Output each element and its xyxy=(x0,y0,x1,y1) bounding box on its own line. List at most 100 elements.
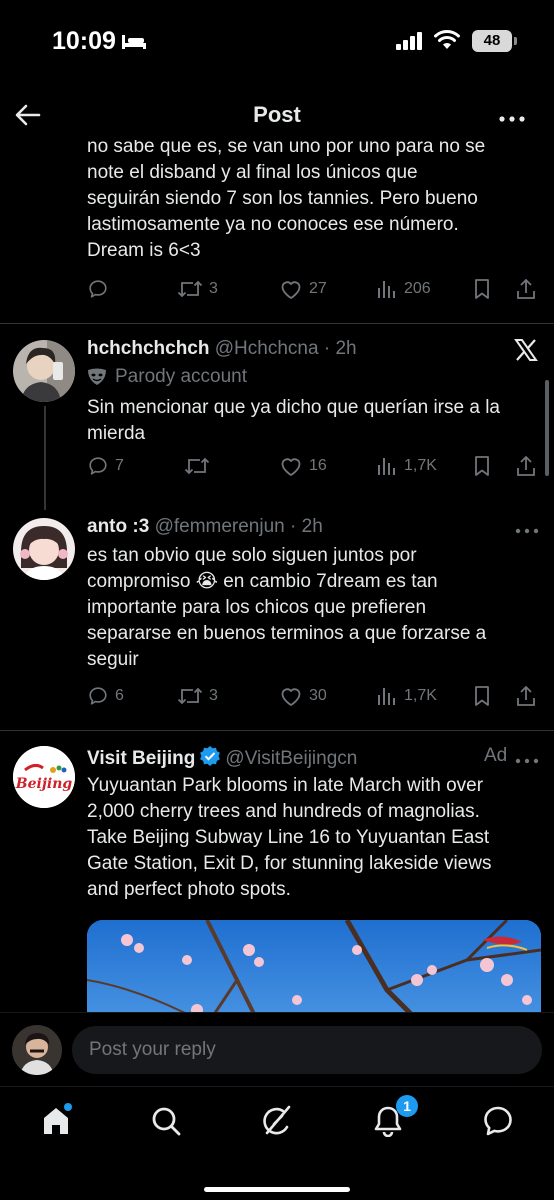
tweet-text-line: mierda xyxy=(87,423,146,444)
user-handle[interactable]: @Hchchcna xyxy=(215,338,319,359)
ad-media-image[interactable] xyxy=(87,920,541,1012)
display-name[interactable]: anto :3 xyxy=(87,516,149,537)
tweet-text-line: importante para los chicos que prefieren xyxy=(87,597,427,618)
parody-mask-icon xyxy=(88,368,106,385)
tweet-meta: anto :3 @femmerenjun · 2h xyxy=(87,516,323,538)
tab-messages[interactable] xyxy=(478,1101,518,1141)
tweet-meta: Visit Beijing @VisitBeijingcn xyxy=(87,745,357,770)
divider xyxy=(0,730,554,731)
reply-input[interactable] xyxy=(72,1026,542,1074)
user-handle[interactable]: @VisitBeijingcn xyxy=(225,748,357,769)
share-button[interactable] xyxy=(515,455,537,477)
like-icon xyxy=(281,458,301,476)
bookmark-button[interactable] xyxy=(472,455,492,477)
like-button[interactable]: 27 xyxy=(279,278,327,300)
share-icon xyxy=(517,455,535,476)
reply-icon xyxy=(89,280,107,298)
more-options-button[interactable] xyxy=(515,752,539,770)
tweet-text-line: 2,000 cherry trees and hundreds of magno… xyxy=(87,801,480,822)
reply-button[interactable] xyxy=(87,278,115,300)
tweet-actions: 6 3 30 1,7K xyxy=(87,685,547,715)
tweet-meta: hchchchchch @Hchchcna · 2h xyxy=(87,338,357,360)
tweet-text-line: and perfect photo spots. xyxy=(87,879,291,900)
repost-button[interactable]: 3 xyxy=(177,685,218,707)
tweet-text-line: Yuyuantan Park blooms in late March with… xyxy=(87,775,484,796)
repost-button[interactable] xyxy=(184,455,216,477)
like-count: 16 xyxy=(309,457,327,474)
tweet-text: Sin mencionar que ya dicho que querían i… xyxy=(87,395,500,447)
messages-icon xyxy=(484,1106,512,1136)
tweet-text-line: Dream is 6<3 xyxy=(87,240,201,261)
tweet-text-line: seguir xyxy=(87,649,139,670)
reply-icon xyxy=(89,687,107,705)
reply-button[interactable]: 7 xyxy=(87,455,124,477)
more-options-button[interactable] xyxy=(498,110,526,128)
grok-icon xyxy=(263,1105,291,1135)
tab-search[interactable] xyxy=(146,1101,186,1141)
page-title: Post xyxy=(253,102,301,127)
display-name[interactable]: hchchchchch xyxy=(87,338,209,359)
reply-count: 6 xyxy=(115,687,124,704)
reply-button[interactable]: 6 xyxy=(87,685,124,707)
bookmark-button[interactable] xyxy=(472,685,492,707)
tweet-text: Yuyuantan Park blooms in late March with… xyxy=(87,773,491,903)
views-count: 1,7K xyxy=(404,687,437,704)
parody-text: Parody account xyxy=(115,366,248,387)
repost-count: 3 xyxy=(209,280,218,297)
bookmark-icon xyxy=(475,686,489,706)
tweet-actions: 3 27 206 xyxy=(87,278,547,308)
like-icon xyxy=(281,688,301,706)
ad-label: Ad xyxy=(484,745,508,766)
views-button[interactable]: 1,7K xyxy=(376,455,437,477)
share-button[interactable] xyxy=(515,278,537,300)
tweet-text: no sabe que es, se van uno por uno para … xyxy=(87,134,485,264)
top-header: Post xyxy=(0,90,554,140)
x-logo-icon xyxy=(514,338,538,367)
logo-text: Beijing xyxy=(15,776,73,792)
share-icon xyxy=(517,685,535,706)
scrollbar[interactable] xyxy=(545,380,549,476)
repost-button[interactable]: 3 xyxy=(177,278,218,300)
avatar[interactable] xyxy=(13,340,75,402)
current-user-avatar[interactable] xyxy=(12,1025,62,1075)
avatar[interactable] xyxy=(13,518,75,580)
tweet-text-line: lastimosamente ya no conoces ese número. xyxy=(87,214,459,235)
reply-count: 7 xyxy=(115,457,124,474)
search-icon xyxy=(152,1107,181,1136)
more-icon xyxy=(499,116,525,122)
parody-label: Parody account xyxy=(87,366,247,388)
battery-tip xyxy=(514,37,517,45)
tab-grok[interactable] xyxy=(257,1101,297,1141)
like-button[interactable]: 16 xyxy=(279,455,327,477)
views-button[interactable]: 1,7K xyxy=(376,685,437,707)
more-options-button[interactable] xyxy=(515,522,539,540)
tweet-text-line: separarse en buenos terminos a que forza… xyxy=(87,623,487,644)
post-thread-feed[interactable]: no sabe que es, se van uno por uno para … xyxy=(0,90,554,1012)
bookmark-button[interactable] xyxy=(472,278,492,300)
more-icon xyxy=(515,528,539,534)
battery-indicator: 48 xyxy=(472,30,512,52)
like-count: 30 xyxy=(309,687,327,704)
share-button[interactable] xyxy=(515,685,537,707)
tweet-text-line: compromiso 😭 en cambio 7dream es tan xyxy=(87,571,438,592)
like-button[interactable]: 30 xyxy=(279,685,327,707)
tweet-time: 2h xyxy=(335,338,357,359)
home-unread-dot xyxy=(64,1103,72,1111)
share-icon xyxy=(517,278,535,299)
views-icon xyxy=(378,281,395,298)
repost-icon xyxy=(184,457,210,475)
more-icon xyxy=(515,758,539,764)
tweet-text-line: es tan obvio que solo siguen juntos por xyxy=(87,545,417,566)
thread-line xyxy=(44,406,46,510)
bookmark-icon xyxy=(475,456,489,476)
dot-separator: · xyxy=(284,516,302,537)
user-handle[interactable]: @femmerenjun xyxy=(155,516,285,537)
brand-logo[interactable]: Beijing xyxy=(13,746,75,808)
wifi-icon xyxy=(434,30,460,55)
views-count: 206 xyxy=(404,280,431,297)
views-button[interactable]: 206 xyxy=(376,278,431,300)
verified-icon xyxy=(200,746,221,766)
display-name[interactable]: Visit Beijing xyxy=(87,748,195,769)
tweet-text-line: seguirán siendo 7 son los tannies. Pero … xyxy=(87,188,478,209)
repost-count: 3 xyxy=(209,687,218,704)
